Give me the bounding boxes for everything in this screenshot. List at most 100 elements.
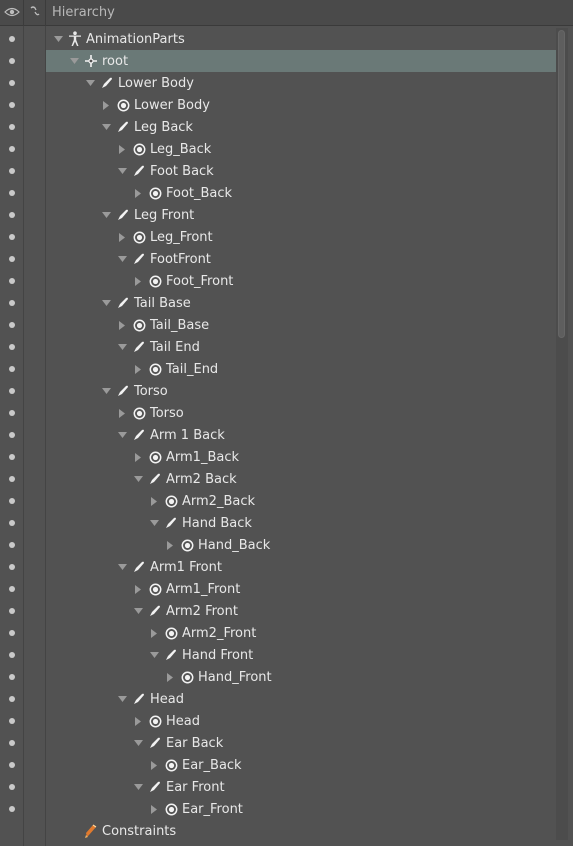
visibility-dot[interactable] (9, 740, 15, 746)
tree-row[interactable]: Torso (0, 380, 556, 402)
tree-row[interactable]: FootFront (0, 248, 556, 270)
visibility-dot[interactable] (9, 146, 15, 152)
tree-row[interactable]: Ear Front (0, 776, 556, 798)
visibility-dot[interactable] (9, 806, 15, 812)
expand-arrow-down-icon[interactable] (132, 468, 144, 490)
tree-node[interactable]: AnimationParts (52, 28, 185, 50)
tree-row[interactable]: Head (0, 710, 556, 732)
tree-row[interactable]: Foot_Front (0, 270, 556, 292)
tree-node[interactable]: Head (132, 710, 200, 732)
tree-node[interactable]: Constraints (68, 820, 176, 842)
tree-row[interactable]: Lower Body (0, 94, 556, 116)
expand-arrow-right-icon[interactable] (116, 402, 128, 424)
tree-node[interactable]: Tail Base (100, 292, 191, 314)
tree-node[interactable]: Tail_Base (116, 314, 209, 336)
tree-node[interactable]: Foot_Front (132, 270, 233, 292)
tree-node[interactable]: Torso (116, 402, 184, 424)
expand-arrow-right-icon[interactable] (132, 270, 144, 292)
expand-arrow-down-icon[interactable] (132, 732, 144, 754)
tree-node[interactable]: root (68, 50, 128, 72)
expand-arrow-down-icon[interactable] (52, 28, 64, 50)
visibility-dot[interactable] (9, 278, 15, 284)
visibility-dot[interactable] (9, 102, 15, 108)
tree-row[interactable]: Lower Body (0, 72, 556, 94)
visibility-dot[interactable] (9, 344, 15, 350)
visibility-dot[interactable] (9, 476, 15, 482)
expand-arrow-down-icon[interactable] (148, 644, 160, 666)
tree-node[interactable]: Ear_Back (148, 754, 242, 776)
tree-node[interactable]: Hand_Back (164, 534, 270, 556)
tree-row[interactable]: Arm1_Back (0, 446, 556, 468)
tree-row[interactable]: Torso (0, 402, 556, 424)
visibility-dot[interactable] (9, 784, 15, 790)
tree-node[interactable]: Lower Body (84, 72, 194, 94)
expand-arrow-down-icon[interactable] (116, 336, 128, 358)
tree-row[interactable]: AnimationParts (0, 28, 556, 50)
expand-arrow-down-icon[interactable] (100, 116, 112, 138)
visibility-dot[interactable] (9, 762, 15, 768)
expand-arrow-right-icon[interactable] (132, 446, 144, 468)
visibility-dot[interactable] (9, 36, 15, 42)
visibility-dot[interactable] (9, 586, 15, 592)
visibility-dot[interactable] (9, 718, 15, 724)
visibility-dot[interactable] (9, 168, 15, 174)
expand-arrow-down-icon[interactable] (116, 160, 128, 182)
visibility-dot[interactable] (9, 498, 15, 504)
tree-node[interactable]: Hand Front (148, 644, 253, 666)
tree-node[interactable]: Arm2 Front (132, 600, 238, 622)
expand-arrow-down-icon[interactable] (116, 688, 128, 710)
tree-row[interactable]: Arm2_Back (0, 490, 556, 512)
tree-row[interactable]: Hand Front (0, 644, 556, 666)
tree-row[interactable]: Arm2 Front (0, 600, 556, 622)
tree-node[interactable]: Ear_Front (148, 798, 243, 820)
tree-row[interactable]: Constraints (0, 820, 556, 842)
tree-node[interactable]: Foot_Back (132, 182, 232, 204)
visibility-dot[interactable] (9, 432, 15, 438)
expand-arrow-down-icon[interactable] (100, 380, 112, 402)
tree-row[interactable]: Hand Back (0, 512, 556, 534)
expand-arrow-down-icon[interactable] (116, 248, 128, 270)
tree-row[interactable]: Ear_Back (0, 754, 556, 776)
visibility-dot[interactable] (9, 212, 15, 218)
tree-node[interactable]: Arm2 Back (132, 468, 237, 490)
tree-row[interactable]: Tail_Base (0, 314, 556, 336)
expand-arrow-right-icon[interactable] (148, 798, 160, 820)
visibility-dot[interactable] (9, 630, 15, 636)
expand-arrow-down-icon[interactable] (100, 292, 112, 314)
expand-arrow-down-icon[interactable] (116, 424, 128, 446)
expand-arrow-right-icon[interactable] (132, 710, 144, 732)
tree-row[interactable]: Arm 1 Back (0, 424, 556, 446)
scrollbar-thumb[interactable] (558, 30, 565, 338)
tree-node[interactable]: Tail_End (132, 358, 218, 380)
tree-node[interactable]: Arm 1 Back (116, 424, 225, 446)
visibility-dot[interactable] (9, 542, 15, 548)
expand-arrow-down-icon[interactable] (68, 50, 80, 72)
tree-row[interactable]: Leg_Back (0, 138, 556, 160)
tree-row[interactable]: Ear Back (0, 732, 556, 754)
tree-node[interactable]: Arm2_Back (148, 490, 255, 512)
expand-arrow-down-icon[interactable] (84, 72, 96, 94)
tree-row[interactable]: Hand_Front (0, 666, 556, 688)
tree-node[interactable]: Tail End (116, 336, 200, 358)
expand-arrow-right-icon[interactable] (132, 578, 144, 600)
visibility-dot[interactable] (9, 674, 15, 680)
tree-row[interactable]: Leg Back (0, 116, 556, 138)
expand-arrow-right-icon[interactable] (148, 622, 160, 644)
tree-node[interactable]: Leg Front (100, 204, 194, 226)
tree-node[interactable]: Arm2_Front (148, 622, 256, 644)
tree-node[interactable]: Hand_Front (164, 666, 272, 688)
visibility-dot[interactable] (9, 520, 15, 526)
tree-row[interactable]: Arm2_Front (0, 622, 556, 644)
visibility-dot[interactable] (9, 190, 15, 196)
tree-row[interactable]: Leg Front (0, 204, 556, 226)
tree-row[interactable]: Tail Base (0, 292, 556, 314)
tree-row[interactable]: Arm1 Front (0, 556, 556, 578)
tree-row[interactable]: Hand_Back (0, 534, 556, 556)
tree-node[interactable]: Arm1 Front (116, 556, 222, 578)
expand-arrow-right-icon[interactable] (164, 666, 176, 688)
expand-arrow-right-icon[interactable] (116, 314, 128, 336)
tree-node[interactable]: Lower Body (100, 94, 210, 116)
visibility-dot[interactable] (9, 652, 15, 658)
tree-row[interactable]: Leg_Front (0, 226, 556, 248)
tree-node[interactable]: Arm1_Front (132, 578, 240, 600)
